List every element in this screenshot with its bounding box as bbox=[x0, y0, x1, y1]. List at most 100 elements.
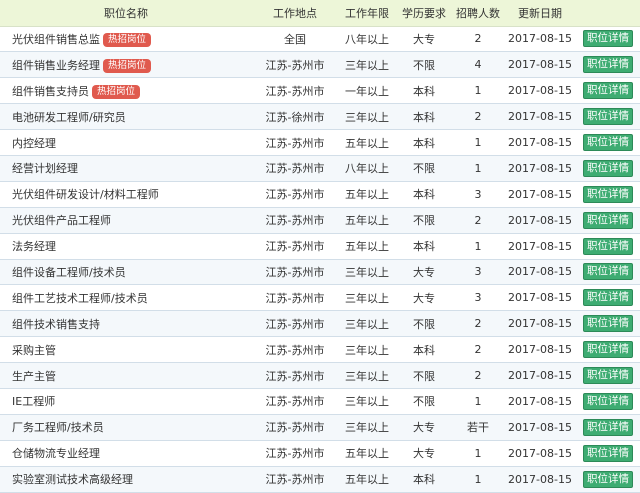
job-title[interactable]: 法务经理 bbox=[12, 240, 56, 253]
job-title[interactable]: 组件设备工程师/技术员 bbox=[12, 266, 126, 279]
job-headcount: 若干 bbox=[452, 414, 504, 441]
job-detail-button[interactable]: 职位详情 bbox=[583, 237, 633, 255]
job-title[interactable]: 厂务工程师/技术员 bbox=[12, 421, 104, 434]
job-row: 组件技术销售支持 江苏-苏州市 三年以上 不限 2 2017-08-15 职位详情 bbox=[0, 310, 640, 338]
job-education: 不限 bbox=[396, 362, 452, 389]
job-row: 厂务工程师/技术员 江苏-苏州市 三年以上 大专 若干 2017-08-15 职位详情 bbox=[0, 414, 640, 441]
job-updated: 2017-08-15 bbox=[504, 440, 576, 467]
job-row: 内控经理 江苏-苏州市 五年以上 本科 1 2017-08-15 职位详情 bbox=[0, 129, 640, 156]
header-row: 职位名称 工作地点 工作年限 学历要求 招聘人数 更新日期 bbox=[0, 0, 640, 27]
job-title-cell: IE工程师 bbox=[0, 388, 252, 415]
job-education: 本科 bbox=[396, 129, 452, 156]
job-title-cell: 组件设备工程师/技术员 bbox=[0, 259, 252, 286]
header-location: 工作地点 bbox=[252, 0, 338, 27]
job-title-cell: 采购主管 bbox=[0, 336, 252, 364]
job-action-cell: 职位详情 bbox=[576, 336, 640, 364]
job-headcount: 1 bbox=[452, 155, 504, 182]
job-headcount: 4 bbox=[452, 51, 504, 79]
job-title[interactable]: 组件销售业务经理 bbox=[12, 59, 100, 72]
job-title[interactable]: 仓储物流专业经理 bbox=[12, 447, 100, 460]
job-action-cell: 职位详情 bbox=[576, 103, 640, 131]
job-location: 江苏-苏州市 bbox=[252, 310, 338, 338]
job-action-cell: 职位详情 bbox=[576, 207, 640, 234]
job-location: 江苏-苏州市 bbox=[252, 207, 338, 234]
job-title[interactable]: IE工程师 bbox=[12, 395, 55, 408]
job-detail-button[interactable]: 职位详情 bbox=[583, 367, 633, 385]
job-title[interactable]: 光伏组件研发设计/材料工程师 bbox=[12, 188, 159, 201]
job-title-cell: 法务经理 bbox=[0, 233, 252, 260]
job-detail-button[interactable]: 职位详情 bbox=[583, 159, 633, 177]
job-title-cell: 经营计划经理 bbox=[0, 155, 252, 182]
job-title[interactable]: 组件工艺技术工程师/技术员 bbox=[12, 292, 148, 305]
job-detail-button[interactable]: 职位详情 bbox=[583, 185, 633, 203]
job-detail-button[interactable]: 职位详情 bbox=[583, 211, 633, 229]
job-title[interactable]: 实验室测试技术高级经理 bbox=[12, 473, 133, 486]
job-education: 大专 bbox=[396, 259, 452, 286]
job-row: 组件销售业务经理 热招岗位 江苏-苏州市 三年以上 不限 4 2017-08-15 职位详情 bbox=[0, 51, 640, 79]
job-title-cell: 厂务工程师/技术员 bbox=[0, 414, 252, 441]
job-detail-button[interactable]: 职位详情 bbox=[583, 444, 633, 462]
job-row: 采购主管 江苏-苏州市 三年以上 本科 2 2017-08-15 职位详情 bbox=[0, 336, 640, 364]
job-experience: 三年以上 bbox=[338, 414, 396, 441]
job-updated: 2017-08-15 bbox=[504, 414, 576, 441]
job-updated: 2017-08-15 bbox=[504, 310, 576, 338]
job-detail-button[interactable]: 职位详情 bbox=[583, 470, 633, 488]
job-title[interactable]: 组件技术销售支持 bbox=[12, 318, 100, 331]
job-location: 江苏-苏州市 bbox=[252, 155, 338, 182]
job-headcount: 2 bbox=[452, 207, 504, 234]
job-experience: 三年以上 bbox=[338, 284, 396, 312]
job-location: 江苏-苏州市 bbox=[252, 233, 338, 260]
job-location: 江苏-苏州市 bbox=[252, 129, 338, 156]
job-row: 实验室测试技术高级经理 江苏-苏州市 五年以上 本科 1 2017-08-15 职位详情 bbox=[0, 466, 640, 493]
job-action-cell: 职位详情 bbox=[576, 51, 640, 79]
job-headcount: 2 bbox=[452, 103, 504, 131]
job-detail-button[interactable]: 职位详情 bbox=[583, 392, 633, 410]
job-detail-button[interactable]: 职位详情 bbox=[583, 82, 633, 100]
job-title[interactable]: 内控经理 bbox=[12, 137, 56, 150]
job-row: 组件销售支持员 热招岗位 江苏-苏州市 一年以上 本科 1 2017-08-15 职位详情 bbox=[0, 77, 640, 105]
header-updated: 更新日期 bbox=[504, 0, 576, 27]
job-detail-button[interactable]: 职位详情 bbox=[583, 30, 633, 48]
job-title[interactable]: 采购主管 bbox=[12, 344, 56, 357]
job-title[interactable]: 光伏组件销售总监 bbox=[12, 33, 100, 46]
header-education: 学历要求 bbox=[396, 0, 452, 27]
job-location: 江苏-徐州市 bbox=[252, 103, 338, 131]
job-updated: 2017-08-15 bbox=[504, 233, 576, 260]
job-location: 江苏-苏州市 bbox=[252, 414, 338, 441]
job-updated: 2017-08-15 bbox=[504, 77, 576, 105]
header-title: 职位名称 bbox=[0, 0, 252, 27]
job-detail-button[interactable]: 职位详情 bbox=[583, 108, 633, 126]
job-title[interactable]: 组件销售支持员 bbox=[12, 85, 89, 98]
job-detail-button[interactable]: 职位详情 bbox=[583, 134, 633, 151]
job-detail-button[interactable]: 职位详情 bbox=[583, 315, 633, 333]
job-experience: 五年以上 bbox=[338, 233, 396, 260]
job-experience: 五年以上 bbox=[338, 207, 396, 234]
table-header: 职位名称 工作地点 工作年限 学历要求 招聘人数 更新日期 bbox=[0, 0, 640, 27]
job-location: 江苏-苏州市 bbox=[252, 259, 338, 286]
job-action-cell: 职位详情 bbox=[576, 310, 640, 338]
job-updated: 2017-08-15 bbox=[504, 362, 576, 389]
job-experience: 一年以上 bbox=[338, 77, 396, 105]
job-action-cell: 职位详情 bbox=[576, 284, 640, 312]
job-title[interactable]: 电池研发工程师/研究员 bbox=[12, 111, 126, 124]
job-location: 江苏-苏州市 bbox=[252, 336, 338, 364]
job-title-cell: 组件销售支持员 热招岗位 bbox=[0, 77, 252, 105]
job-title-cell: 内控经理 bbox=[0, 129, 252, 156]
job-detail-button[interactable]: 职位详情 bbox=[583, 56, 633, 74]
job-title[interactable]: 光伏组件产品工程师 bbox=[12, 214, 111, 227]
job-action-cell: 职位详情 bbox=[576, 129, 640, 156]
job-experience: 三年以上 bbox=[338, 388, 396, 415]
job-headcount: 1 bbox=[452, 388, 504, 415]
job-detail-button[interactable]: 职位详情 bbox=[583, 289, 633, 307]
job-education: 不限 bbox=[396, 388, 452, 415]
job-detail-button[interactable]: 职位详情 bbox=[583, 418, 633, 436]
job-title[interactable]: 经营计划经理 bbox=[12, 162, 78, 175]
job-headcount: 3 bbox=[452, 259, 504, 286]
job-detail-button[interactable]: 职位详情 bbox=[583, 263, 633, 281]
job-updated: 2017-08-15 bbox=[504, 51, 576, 79]
job-updated: 2017-08-15 bbox=[504, 336, 576, 364]
job-detail-button[interactable]: 职位详情 bbox=[583, 341, 633, 359]
job-title[interactable]: 生产主管 bbox=[12, 370, 56, 383]
job-title-cell: 实验室测试技术高级经理 bbox=[0, 466, 252, 493]
job-education: 大专 bbox=[396, 284, 452, 312]
